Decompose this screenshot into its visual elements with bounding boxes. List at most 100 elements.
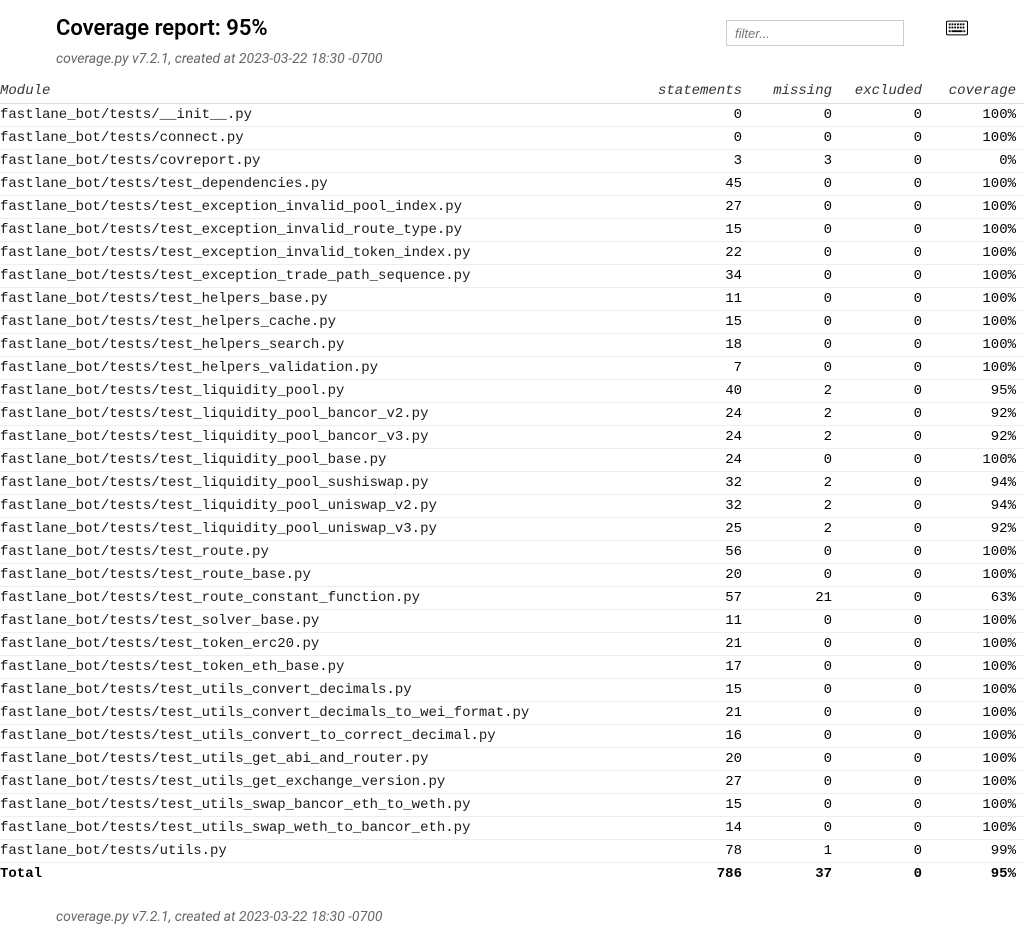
- cell-stmts: 56: [644, 541, 754, 564]
- coverage-table: Module statements missing excluded cover…: [0, 79, 1024, 885]
- module-link[interactable]: fastlane_bot/tests/test_utils_convert_to…: [0, 725, 644, 748]
- module-link[interactable]: fastlane_bot/tests/covreport.py: [0, 150, 644, 173]
- module-link[interactable]: fastlane_bot/tests/test_helpers_cache.py: [0, 311, 644, 334]
- table-row: fastlane_bot/tests/__init__.py000100%: [0, 104, 1024, 127]
- col-module[interactable]: Module: [0, 79, 644, 104]
- module-link[interactable]: fastlane_bot/tests/test_helpers_base.py: [0, 288, 644, 311]
- cell-miss: 0: [754, 564, 844, 587]
- cell-miss: 1: [754, 840, 844, 863]
- module-link[interactable]: fastlane_bot/tests/test_liquidity_pool_b…: [0, 426, 644, 449]
- cell-excl: 0: [844, 656, 934, 679]
- cell-excl: 0: [844, 748, 934, 771]
- module-link[interactable]: fastlane_bot/tests/test_route_constant_f…: [0, 587, 644, 610]
- col-excluded[interactable]: excluded: [844, 79, 934, 104]
- table-row: fastlane_bot/tests/test_utils_convert_to…: [0, 725, 1024, 748]
- table-row: fastlane_bot/tests/test_exception_trade_…: [0, 265, 1024, 288]
- cell-stmts: 24: [644, 449, 754, 472]
- table-row: fastlane_bot/tests/test_liquidity_pool_b…: [0, 449, 1024, 472]
- total-cov: 95%: [934, 863, 1024, 886]
- filter-input[interactable]: [726, 20, 904, 46]
- module-link[interactable]: fastlane_bot/tests/test_utils_convert_de…: [0, 702, 644, 725]
- cell-stmts: 32: [644, 495, 754, 518]
- module-link[interactable]: fastlane_bot/tests/test_route.py: [0, 541, 644, 564]
- module-link[interactable]: fastlane_bot/tests/test_liquidity_pool_u…: [0, 518, 644, 541]
- module-link[interactable]: fastlane_bot/tests/connect.py: [0, 127, 644, 150]
- cell-miss: 0: [754, 334, 844, 357]
- module-link[interactable]: fastlane_bot/tests/test_token_eth_base.p…: [0, 656, 644, 679]
- cell-stmts: 40: [644, 380, 754, 403]
- cell-cov: 100%: [934, 196, 1024, 219]
- module-link[interactable]: fastlane_bot/tests/test_route_base.py: [0, 564, 644, 587]
- cell-miss: 2: [754, 380, 844, 403]
- table-row: fastlane_bot/tests/test_token_eth_base.p…: [0, 656, 1024, 679]
- cell-stmts: 32: [644, 472, 754, 495]
- cell-excl: 0: [844, 403, 934, 426]
- cell-excl: 0: [844, 265, 934, 288]
- table-row: fastlane_bot/tests/test_utils_convert_de…: [0, 679, 1024, 702]
- cell-miss: 21: [754, 587, 844, 610]
- table-row: fastlane_bot/tests/test_solver_base.py11…: [0, 610, 1024, 633]
- cell-excl: 0: [844, 610, 934, 633]
- module-link[interactable]: fastlane_bot/tests/test_liquidity_pool_s…: [0, 472, 644, 495]
- cell-stmts: 15: [644, 679, 754, 702]
- table-row: fastlane_bot/tests/test_helpers_search.p…: [0, 334, 1024, 357]
- cell-cov: 100%: [934, 265, 1024, 288]
- module-link[interactable]: fastlane_bot/tests/test_exception_trade_…: [0, 265, 644, 288]
- total-excl: 0: [844, 863, 934, 886]
- module-link[interactable]: fastlane_bot/tests/test_utils_convert_de…: [0, 679, 644, 702]
- table-row: fastlane_bot/tests/test_exception_invali…: [0, 196, 1024, 219]
- cell-cov: 0%: [934, 150, 1024, 173]
- module-link[interactable]: fastlane_bot/tests/test_liquidity_pool_b…: [0, 403, 644, 426]
- cell-miss: 0: [754, 219, 844, 242]
- module-link[interactable]: fastlane_bot/tests/test_utils_swap_banco…: [0, 794, 644, 817]
- cell-miss: 2: [754, 495, 844, 518]
- table-row: fastlane_bot/tests/test_liquidity_pool_b…: [0, 426, 1024, 449]
- cell-stmts: 18: [644, 334, 754, 357]
- table-row: fastlane_bot/tests/test_liquidity_pool_u…: [0, 495, 1024, 518]
- cell-cov: 100%: [934, 771, 1024, 794]
- module-link[interactable]: fastlane_bot/tests/test_utils_get_exchan…: [0, 771, 644, 794]
- cell-excl: 0: [844, 357, 934, 380]
- cell-stmts: 11: [644, 610, 754, 633]
- keyboard-icon[interactable]: [946, 20, 968, 36]
- col-statements[interactable]: statements: [644, 79, 754, 104]
- table-header-row: Module statements missing excluded cover…: [0, 79, 1024, 104]
- table-row: fastlane_bot/tests/test_route.py5600100%: [0, 541, 1024, 564]
- module-link[interactable]: fastlane_bot/tests/test_helpers_search.p…: [0, 334, 644, 357]
- module-link[interactable]: fastlane_bot/tests/test_helpers_validati…: [0, 357, 644, 380]
- module-link[interactable]: fastlane_bot/tests/test_token_erc20.py: [0, 633, 644, 656]
- cell-cov: 100%: [934, 633, 1024, 656]
- module-link[interactable]: fastlane_bot/tests/test_utils_swap_weth_…: [0, 817, 644, 840]
- cell-excl: 0: [844, 633, 934, 656]
- cell-stmts: 16: [644, 725, 754, 748]
- cell-miss: 0: [754, 173, 844, 196]
- cell-cov: 100%: [934, 679, 1024, 702]
- module-link[interactable]: fastlane_bot/tests/__init__.py: [0, 104, 644, 127]
- cell-miss: 0: [754, 817, 844, 840]
- cell-cov: 100%: [934, 219, 1024, 242]
- cell-stmts: 20: [644, 748, 754, 771]
- module-link[interactable]: fastlane_bot/tests/test_solver_base.py: [0, 610, 644, 633]
- cell-miss: 0: [754, 702, 844, 725]
- module-link[interactable]: fastlane_bot/tests/test_exception_invali…: [0, 219, 644, 242]
- module-link[interactable]: fastlane_bot/tests/test_liquidity_pool.p…: [0, 380, 644, 403]
- module-link[interactable]: fastlane_bot/tests/utils.py: [0, 840, 644, 863]
- module-link[interactable]: fastlane_bot/tests/test_liquidity_pool_b…: [0, 449, 644, 472]
- cell-miss: 0: [754, 242, 844, 265]
- cell-cov: 100%: [934, 288, 1024, 311]
- footer-text: coverage.py v7.2.1, created at 2023-03-2…: [56, 909, 382, 925]
- col-missing[interactable]: missing: [754, 79, 844, 104]
- cell-cov: 100%: [934, 334, 1024, 357]
- col-coverage[interactable]: coverage: [934, 79, 1024, 104]
- table-row: fastlane_bot/tests/test_exception_invali…: [0, 219, 1024, 242]
- module-link[interactable]: fastlane_bot/tests/test_utils_get_abi_an…: [0, 748, 644, 771]
- module-link[interactable]: fastlane_bot/tests/test_liquidity_pool_u…: [0, 495, 644, 518]
- cell-miss: 0: [754, 656, 844, 679]
- cell-cov: 92%: [934, 518, 1024, 541]
- module-link[interactable]: fastlane_bot/tests/test_exception_invali…: [0, 242, 644, 265]
- header: Coverage report: 95% coverage.py v7.2.1,…: [0, 0, 1024, 79]
- table-row: fastlane_bot/tests/test_token_erc20.py21…: [0, 633, 1024, 656]
- module-link[interactable]: fastlane_bot/tests/test_dependencies.py: [0, 173, 644, 196]
- module-link[interactable]: fastlane_bot/tests/test_exception_invali…: [0, 196, 644, 219]
- cell-miss: 0: [754, 104, 844, 127]
